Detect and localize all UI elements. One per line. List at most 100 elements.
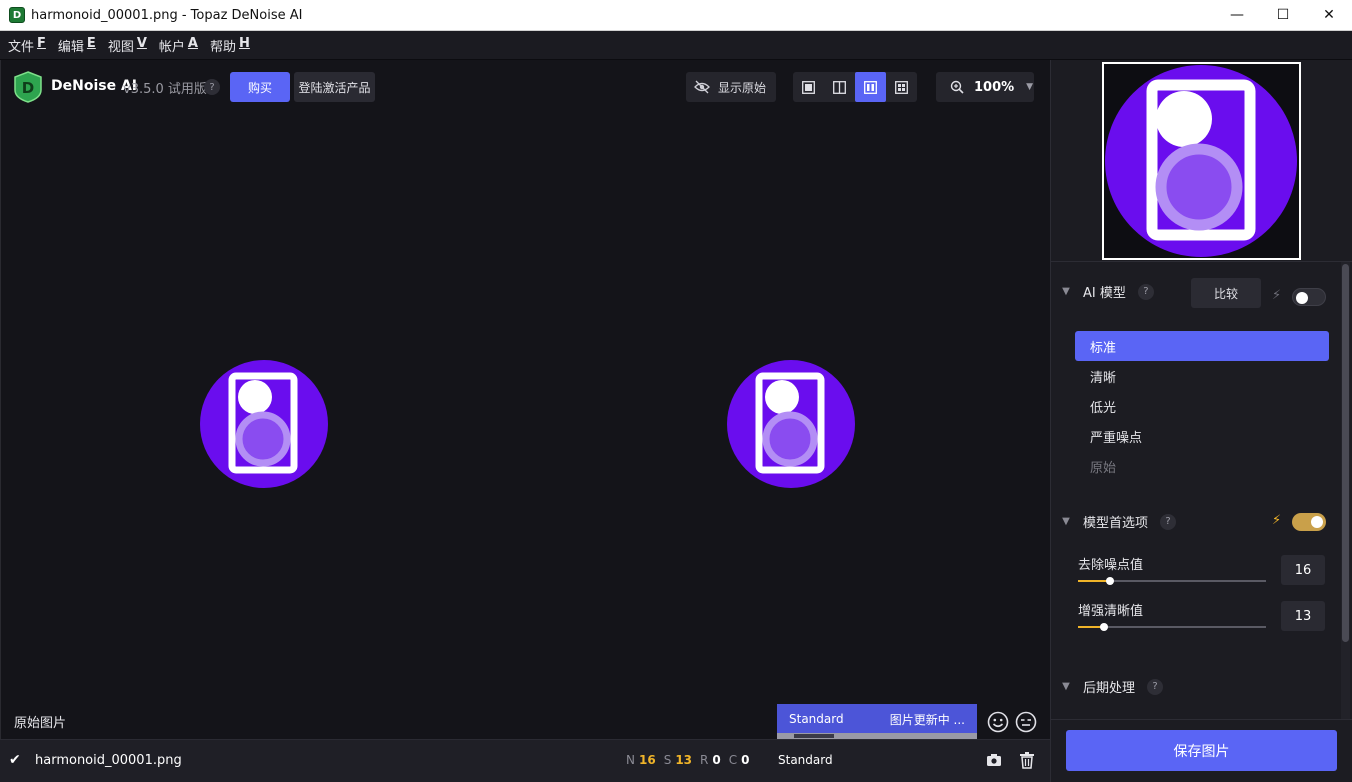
menu-file[interactable]: 文件 F — [4, 36, 50, 55]
buy-button[interactable]: 购买 — [230, 72, 290, 102]
processing-status: Standard 图片更新中 ... — [777, 704, 977, 739]
menu-view[interactable]: 视图 V — [104, 36, 151, 55]
sharpen-slider-label: 增强清晰值 — [1078, 604, 1144, 619]
menu-help[interactable]: 帮助 H — [206, 36, 254, 55]
stat-key-color: C — [728, 753, 738, 767]
logo-letter: D — [22, 79, 34, 97]
chevron-down-icon: ▼ — [1062, 286, 1070, 297]
login-activate-button[interactable]: 登陆激活产品 — [294, 72, 375, 102]
image-workspace: D DeNoise AI v3.5.0 试用版 ? 购买 登陆激活产品 显示原始 — [0, 60, 1050, 739]
slider-handle[interactable] — [1106, 577, 1114, 585]
smile-face-icon[interactable] — [987, 711, 1009, 733]
single-view-icon — [802, 80, 815, 94]
post-processing-title: 后期处理 — [1083, 681, 1136, 696]
help-icon[interactable]: ? — [204, 79, 220, 95]
model-option-raw: 原始 — [1090, 460, 1117, 476]
menu-account[interactable]: 帐户 A — [155, 36, 202, 55]
stat-key-recover: R — [700, 753, 709, 767]
model-option-severe-noise[interactable]: 严重噪点 — [1075, 421, 1329, 451]
chevron-down-icon: ▼ — [1062, 681, 1070, 692]
sharpen-slider[interactable] — [1078, 623, 1266, 631]
close-button[interactable]: ✕ — [1306, 0, 1352, 31]
settings-panel: ▼ AI 模型 ? 比较 ⚡ 标准 清晰 低光 严重噪点 原始 ▼ 模型首选项 … — [1050, 60, 1352, 782]
status-model: Standard — [789, 712, 844, 726]
window-title: harmonoid_00001.png - Topaz DeNoise AI — [31, 7, 303, 23]
zoom-control[interactable]: 100% ▼ — [936, 72, 1034, 102]
help-icon[interactable]: ? — [1160, 513, 1177, 530]
original-image-label: 原始图片 — [14, 716, 67, 731]
grid-view-icon — [895, 80, 908, 94]
checkmark-icon[interactable]: ✔ — [9, 752, 21, 768]
scrollbar[interactable] — [1341, 262, 1350, 720]
denoise-slider-label: 去除噪点值 — [1078, 558, 1144, 573]
chevron-down-icon: ▼ — [1062, 516, 1070, 527]
window-titlebar: D harmonoid_00001.png - Topaz DeNoise AI… — [0, 0, 1352, 31]
ai-model-title: AI 模型 — [1083, 286, 1126, 301]
save-area: 保存图片 — [1051, 719, 1352, 782]
ai-model-header[interactable]: ▼ AI 模型 ? — [1059, 282, 1154, 301]
zoom-icon — [950, 80, 964, 94]
chevron-down-icon: ▼ — [1026, 82, 1034, 92]
stat-value-recover: 0 — [712, 753, 721, 767]
stat-value-color: 0 — [741, 753, 750, 767]
stat-value-sharpen: 13 — [675, 753, 693, 767]
view-side-by-side-button[interactable] — [855, 72, 886, 102]
ai-auto-toggle[interactable] — [1292, 288, 1326, 306]
neutral-face-icon[interactable] — [1015, 711, 1037, 733]
view-mode-group — [793, 72, 917, 102]
toggle-knob — [1311, 516, 1323, 528]
help-icon[interactable]: ? — [1147, 678, 1164, 695]
view-grid-button[interactable] — [886, 72, 917, 102]
menu-bar: 文件 F 编辑 E 视图 V 帐户 A 帮助 H — [0, 31, 1352, 60]
denoise-value-input[interactable]: 16 — [1281, 555, 1325, 585]
menu-edit[interactable]: 编辑 E — [54, 36, 100, 55]
show-original-label: 显示原始 — [718, 80, 767, 95]
model-list: 标准 清晰 低光 严重噪点 原始 — [1075, 331, 1329, 481]
file-name[interactable]: harmonoid_00001.png — [35, 753, 182, 768]
camera-icon[interactable] — [986, 752, 1002, 768]
processed-image[interactable] — [726, 359, 856, 489]
post-processing-header[interactable]: ▼ 后期处理 ? — [1059, 677, 1164, 696]
save-image-button[interactable]: 保存图片 — [1066, 730, 1337, 771]
model-prefs-title: 模型首选项 — [1083, 516, 1149, 531]
app-icon: D — [9, 7, 25, 23]
window-controls: — ☐ ✕ — [1214, 0, 1352, 31]
navigator-thumbnail[interactable] — [1102, 62, 1301, 260]
original-image[interactable] — [199, 359, 329, 489]
denoise-slider[interactable] — [1078, 577, 1266, 585]
model-option-low-light[interactable]: 低光 — [1075, 391, 1329, 421]
stat-key-sharpen: S — [663, 753, 672, 767]
top-toolbar: D DeNoise AI v3.5.0 试用版 ? 购买 登陆激活产品 显示原始 — [1, 60, 1051, 112]
slider-handle[interactable] — [1100, 623, 1108, 631]
maximize-button[interactable]: ☐ — [1260, 0, 1306, 31]
sharpen-value-input[interactable]: 13 — [1281, 601, 1325, 631]
prefs-auto-toggle[interactable] — [1292, 513, 1326, 531]
trash-icon[interactable] — [1019, 751, 1035, 769]
model-option-standard[interactable]: 标准 — [1075, 331, 1329, 361]
split-view-icon — [833, 80, 846, 94]
side-by-side-view-icon — [864, 80, 877, 94]
status-message: 图片更新中 ... — [889, 713, 965, 727]
file-strip: ✔ harmonoid_00001.png N 16 S 13 R0 C0 Stan… — [0, 739, 1050, 782]
version-label: v3.5.0 试用版 — [123, 82, 207, 97]
progress-fill — [794, 734, 834, 738]
stat-value-noise: 16 — [638, 753, 656, 767]
show-original-button[interactable]: 显示原始 — [686, 72, 776, 102]
model-prefs-header[interactable]: ▼ 模型首选项 ? — [1059, 512, 1177, 531]
help-icon[interactable]: ? — [1137, 283, 1154, 300]
denoise-logo-icon: D — [14, 71, 42, 103]
zoom-level: 100% — [974, 79, 1015, 95]
compare-button[interactable]: 比较 — [1191, 278, 1261, 308]
toggle-knob — [1296, 292, 1308, 304]
stat-key-noise: N — [626, 753, 635, 767]
lightning-icon: ⚡ — [1272, 513, 1282, 528]
minimize-button[interactable]: — — [1214, 0, 1260, 31]
scrollbar-thumb[interactable] — [1342, 264, 1349, 642]
view-single-button[interactable] — [793, 72, 824, 102]
settings-scroll-area: ▼ AI 模型 ? 比较 ⚡ 标准 清晰 低光 严重噪点 原始 ▼ 模型首选项 … — [1051, 261, 1352, 720]
view-split-button[interactable] — [824, 72, 855, 102]
model-option-clear[interactable]: 清晰 — [1075, 361, 1329, 391]
file-model: Standard — [778, 753, 833, 767]
lightning-icon: ⚡ — [1272, 288, 1282, 303]
eye-slash-icon — [694, 80, 710, 94]
